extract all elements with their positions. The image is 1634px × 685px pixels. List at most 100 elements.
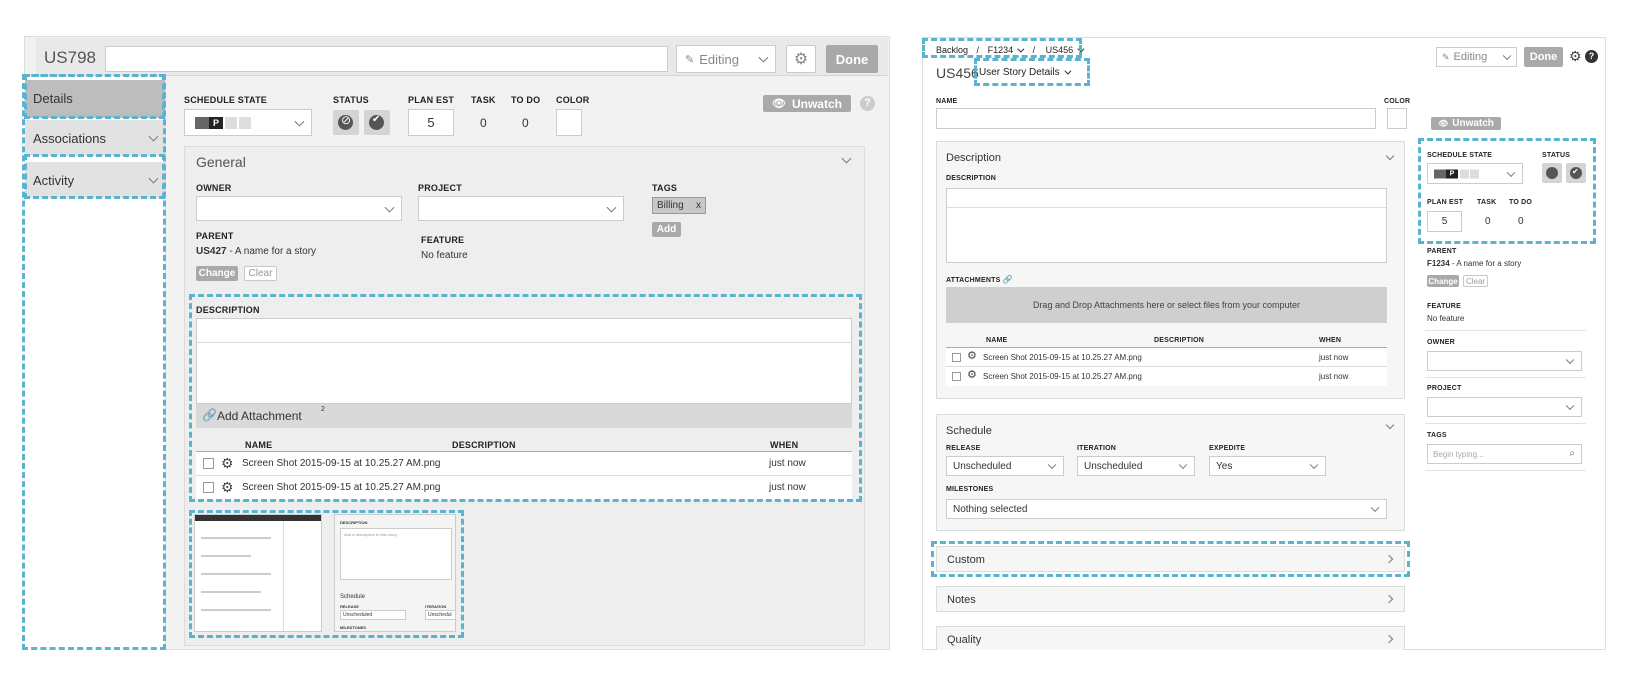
left-name-input[interactable] <box>105 46 668 72</box>
description-section-title[interactable]: Description <box>946 152 1001 164</box>
attach-col-name: NAME <box>245 440 273 450</box>
todo-label: TO DO <box>511 95 541 105</box>
side-ready-button[interactable]: ✔ <box>1566 163 1586 183</box>
side-plan-est-input[interactable]: 5 <box>1427 211 1462 232</box>
view-select[interactable]: User Story Details <box>979 67 1072 78</box>
add-attachment-label: Add Attachment <box>217 409 302 423</box>
side-owner-select[interactable] <box>1427 351 1582 371</box>
side-tags-input[interactable]: Begin typing... ⌕ <box>1427 444 1582 464</box>
add-attachment-bar[interactable]: 🔗 Add Attachment 2 <box>196 404 852 428</box>
attachment-name[interactable]: Screen Shot 2015-09-15 at 10.25.27 AM.pn… <box>242 482 440 493</box>
schedule-state-segment <box>225 116 237 129</box>
row-checkbox[interactable] <box>952 353 961 362</box>
chevron-right-icon <box>1384 554 1394 564</box>
add-tag-button[interactable]: Add <box>652 222 681 237</box>
nav-item-details[interactable]: Details <box>25 80 165 118</box>
thumb-release-select: Unscheduled <box>340 610 406 620</box>
gear-icon[interactable]: ⚙ <box>1569 48 1582 65</box>
quality-section[interactable]: Quality <box>936 626 1405 650</box>
gear-icon[interactable]: ⚙ <box>221 456 234 470</box>
thumb-iteration-label: ITERATION <box>425 604 447 609</box>
milestones-select[interactable]: Nothing selected <box>946 499 1387 519</box>
schedule-state-current: P <box>209 116 223 129</box>
attach-col-description: DESCRIPTION <box>452 440 516 450</box>
row-checkbox[interactable] <box>203 458 214 469</box>
nav-item-activity[interactable]: Activity <box>25 162 165 198</box>
clear-parent-button[interactable]: Clear <box>244 266 277 281</box>
project-select[interactable] <box>418 196 624 221</box>
right-attach-col-description: DESCRIPTION <box>1154 337 1205 344</box>
custom-section[interactable]: Custom <box>936 546 1405 572</box>
ready-button[interactable]: ✔ <box>364 110 390 135</box>
side-clear-button[interactable]: Clear <box>1463 275 1488 287</box>
gear-icon[interactable]: ⚙ <box>967 351 977 362</box>
iteration-select[interactable]: Unscheduled <box>1077 456 1195 476</box>
side-change-button[interactable]: Change <box>1427 275 1459 287</box>
breadcrumb-story[interactable]: US456 <box>1046 45 1074 55</box>
screenshot-thumbnail-left[interactable] <box>194 514 322 632</box>
left-settings-button[interactable]: ⚙ <box>786 45 816 73</box>
right-color-picker[interactable] <box>1387 108 1407 129</box>
blocked-button[interactable]: ⊘ <box>333 110 359 135</box>
nav-item-associations[interactable]: Associations <box>25 120 165 156</box>
color-picker[interactable] <box>556 109 582 136</box>
attachment-drop-zone[interactable]: Drag and Drop Attachments here or select… <box>946 287 1387 323</box>
change-parent-button[interactable]: Change <box>196 266 238 281</box>
schedule-section-title[interactable]: Schedule <box>946 425 992 437</box>
drop-zone-text: Drag and Drop Attachments here or select… <box>1032 300 1301 310</box>
right-description-label: DESCRIPTION <box>946 175 997 182</box>
schedule-state-select[interactable]: P <box>184 109 312 136</box>
breadcrumb-backlog[interactable]: Backlog <box>936 45 968 55</box>
expedite-select[interactable]: Yes <box>1209 456 1326 476</box>
project-label: PROJECT <box>418 183 462 193</box>
parent-id[interactable]: US427 <box>196 246 227 257</box>
parent-label: PARENT <box>196 231 234 241</box>
thumb-line <box>201 591 261 593</box>
nav-item-activity-label: Activity <box>33 173 75 188</box>
tag-remove-icon[interactable]: x <box>696 200 701 211</box>
gear-icon[interactable]: ⚙ <box>967 370 977 381</box>
left-help-icon[interactable]: ? <box>860 96 875 111</box>
breadcrumb-feature[interactable]: F1234 <box>988 45 1014 55</box>
view-select-label: User Story Details <box>979 67 1060 78</box>
release-value: Unscheduled <box>953 460 1012 472</box>
release-select[interactable]: Unscheduled <box>946 456 1064 476</box>
tag-chip: Billing x <box>652 197 706 214</box>
attachment-name[interactable]: Screen Shot 2015-09-15 at 10.25.27 AM.pn… <box>242 458 440 469</box>
attachments-label: ATTACHMENTS 🔗 <box>946 275 1013 284</box>
right-unwatch-button[interactable]: 👁 Unwatch <box>1431 117 1501 130</box>
schedule-state-label: SCHEDULE STATE <box>184 95 267 105</box>
chevron-down-icon <box>1565 355 1575 365</box>
row-checkbox[interactable] <box>203 482 214 493</box>
plan-est-input[interactable]: 5 <box>408 109 454 136</box>
right-name-input[interactable] <box>936 108 1376 129</box>
right-attach-col-when: WHEN <box>1319 337 1342 344</box>
tags-label: TAGS <box>652 183 678 193</box>
side-schedule-state-select[interactable]: P <box>1427 163 1523 184</box>
right-description-editor[interactable] <box>946 188 1387 263</box>
chevron-down-icon <box>1178 460 1188 470</box>
right-done-button[interactable]: Done <box>1524 47 1563 67</box>
left-done-button[interactable]: Done <box>826 45 878 73</box>
breadcrumb: Backlog / F1234 / US456 <box>936 45 1085 55</box>
right-attachment-name[interactable]: Screen Shot 2015-09-15 at 10.25.27 AM.pn… <box>983 353 1142 362</box>
left-editing-select[interactable]: ✎ Editing <box>676 45 776 73</box>
general-title[interactable]: General <box>196 154 246 170</box>
left-unwatch-button[interactable]: 👁 Unwatch <box>763 95 851 112</box>
description-editor[interactable] <box>196 318 852 404</box>
side-parent-id[interactable]: F1234 <box>1427 259 1450 268</box>
task-label: TASK <box>471 95 496 105</box>
right-editing-select[interactable]: ✎ Editing <box>1436 47 1517 67</box>
owner-select[interactable] <box>196 196 402 221</box>
side-blocked-button[interactable] <box>1542 163 1562 183</box>
pencil-icon: ✎ <box>685 53 695 66</box>
row-checkbox[interactable] <box>952 372 961 381</box>
side-project-select[interactable] <box>1427 397 1582 417</box>
right-help-icon[interactable]: ? <box>1585 50 1598 63</box>
screenshot-thumbnail-right[interactable]: DESCRIPTION Add a description to this st… <box>334 514 456 632</box>
right-unwatch-label: Unwatch <box>1452 118 1494 129</box>
gear-icon[interactable]: ⚙ <box>221 480 234 494</box>
notes-section[interactable]: Notes <box>936 586 1405 612</box>
right-attachment-name[interactable]: Screen Shot 2015-09-15 at 10.25.27 AM.pn… <box>983 372 1142 381</box>
eye-icon: 👁 <box>772 98 786 110</box>
